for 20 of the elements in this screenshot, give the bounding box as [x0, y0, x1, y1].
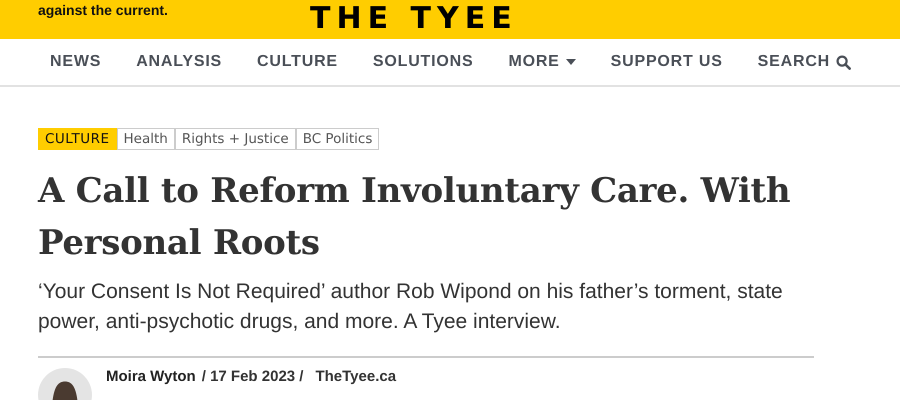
article-subtitle: ‘Your Consent Is Not Required’ author Rob Wipond on his father’s torment, state power, anti-psychotic drugs, and more. A Tyee interview.: [38, 279, 784, 335]
nav-dropdown[interactable]: MORE: [508, 53, 576, 71]
search-icon: [836, 54, 852, 70]
topic-tag[interactable]: Rights + Justice: [174, 128, 296, 150]
caret-icon: [566, 59, 576, 65]
nav-link[interactable]: CULTURE: [257, 53, 338, 71]
site-logo[interactable]: THE TYEE: [310, 2, 518, 36]
source-name: TheTyee.ca: [315, 368, 396, 387]
topic-tag[interactable]: CULTURE: [38, 128, 117, 150]
tagline: against the current.: [38, 2, 168, 18]
article-title: A Call to Reform Involuntary Care. With Personal Roots: [38, 170, 792, 265]
topic-tag[interactable]: Health: [116, 128, 175, 150]
nav-link[interactable]: NEWS: [50, 53, 102, 71]
nav-link[interactable]: SOLUTIONS: [372, 53, 474, 71]
nav-link[interactable]: ANALYSIS: [136, 53, 222, 71]
nav-link[interactable]: SUPPORT US: [610, 53, 723, 71]
author-link[interactable]: Moira Wyton: [106, 368, 196, 400]
topic-tag[interactable]: BC Politics: [296, 128, 380, 150]
search-link[interactable]: SEARCH: [758, 53, 852, 71]
publish-date: / 17 Feb 2023 /: [202, 368, 304, 387]
